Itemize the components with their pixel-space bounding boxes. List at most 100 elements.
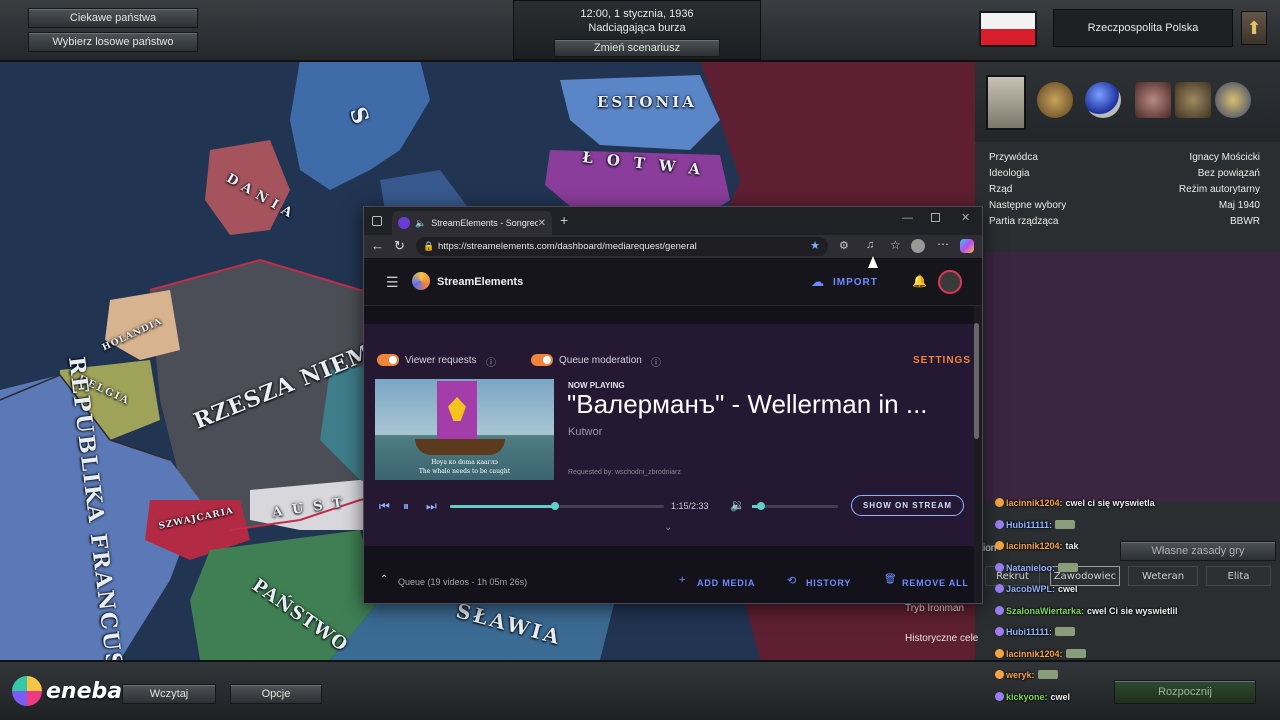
info-icon[interactable]: ⓘ	[486, 354, 496, 369]
chat-username[interactable]: lacinnik1204:	[1006, 498, 1063, 508]
hamburger-menu-icon[interactable]: ☰	[386, 274, 399, 291]
copilot-icon[interactable]	[960, 239, 974, 253]
eneba-logo: eneba	[12, 674, 122, 708]
info-value[interactable]: Bez powiązań	[1198, 166, 1260, 182]
info-value[interactable]: Maj 1940	[1219, 198, 1260, 214]
chat-username[interactable]: Hubi11111:	[1006, 520, 1052, 530]
chat-username[interactable]: Hubi11111:	[1006, 627, 1052, 637]
chat-text: tak	[1065, 541, 1079, 551]
extension-icon[interactable]: ⚙	[839, 239, 849, 252]
queue-moderation-toggle[interactable]	[531, 354, 553, 366]
chat-username[interactable]: weryk:	[1006, 670, 1035, 680]
info-label: Następne wybory	[989, 200, 1067, 211]
history-button[interactable]: HISTORY	[806, 578, 851, 588]
video-thumbnail[interactable]: Hoya ко doma кааглэ The whale needs to b…	[375, 379, 554, 480]
info-icon[interactable]: ⓘ	[651, 354, 661, 369]
profile-icon[interactable]	[911, 239, 925, 253]
progress-handle[interactable]	[550, 502, 559, 510]
user-avatar[interactable]	[938, 270, 962, 294]
ideology-globe-icon[interactable]	[1085, 82, 1121, 118]
history-icon[interactable]: ⟲	[787, 574, 796, 587]
url-field[interactable]: 🔒 https://streamelements.com/dashboard/m…	[416, 237, 828, 256]
music-icon[interactable]: ♫	[866, 239, 874, 251]
add-media-icon[interactable]: +	[679, 574, 685, 586]
chat-badge-icon	[995, 541, 1004, 550]
favorites-icon[interactable]: ☆	[890, 238, 901, 252]
show-on-stream-button[interactable]: SHOW ON STREAM	[851, 495, 964, 516]
chat-badge-icon	[995, 562, 1004, 572]
volume-icon[interactable]: 🔉	[730, 498, 745, 512]
streamelements-brand: StreamElements	[437, 276, 524, 288]
page-scrollbar[interactable]	[974, 323, 979, 439]
favorite-star-icon[interactable]: ★	[810, 237, 820, 256]
new-tab-icon[interactable]: +	[560, 212, 568, 228]
remove-all-button[interactable]: REMOVE ALL	[902, 578, 969, 588]
random-country-button[interactable]: Wybierz losowe państwo	[28, 32, 198, 52]
options-button[interactable]: Opcje	[230, 684, 322, 704]
back-icon[interactable]: ←	[371, 238, 384, 253]
maximize-icon[interactable]	[931, 213, 940, 222]
streamelements-logo-icon	[412, 272, 430, 290]
close-window-icon[interactable]: ✕	[961, 211, 970, 224]
previous-track-icon[interactable]: ⏮	[379, 499, 390, 514]
refresh-icon[interactable]: ↻	[394, 238, 405, 254]
browser-tab[interactable]: 🔈 StreamElements - Songreque ✕	[392, 211, 552, 235]
viewer-requests-toggle[interactable]	[377, 354, 399, 366]
add-media-button[interactable]: ADD MEDIA	[697, 578, 755, 588]
national-spirit-icon[interactable]	[1175, 82, 1211, 118]
queue-collapse-icon[interactable]: ⌃	[380, 574, 388, 585]
leader-portrait[interactable]	[986, 75, 1026, 130]
chat-emote-icon	[1055, 519, 1076, 529]
chat-message: lacinnik1204:	[995, 648, 1086, 659]
media-request-content: Viewer requests ⓘ Queue moderation ⓘ SET…	[364, 306, 974, 603]
info-value[interactable]: BBWR	[1230, 214, 1260, 230]
volume-bar[interactable]	[752, 502, 838, 510]
progress-bar[interactable]	[450, 502, 664, 510]
chat-emote-icon	[1055, 627, 1076, 636]
country-flag[interactable]	[979, 11, 1037, 47]
chat-message: lacinnik1204: tak	[995, 541, 1079, 551]
change-scenario-button[interactable]: Zmień scenariusz	[554, 39, 720, 57]
url-text: https://streamelements.com/dashboard/med…	[438, 241, 697, 252]
chat-username[interactable]: kickyone:	[1006, 692, 1048, 702]
info-value[interactable]: Ignacy Mościcki	[1189, 150, 1260, 166]
bell-icon[interactable]: 🔔	[912, 274, 927, 288]
speaker-icon: 🔈	[415, 217, 427, 228]
volume-handle[interactable]	[756, 502, 765, 510]
cloud-upload-icon[interactable]: ☁	[811, 274, 824, 290]
chat-username[interactable]: JacobWPL:	[1006, 584, 1055, 594]
pause-icon[interactable]: ⏸	[403, 499, 409, 514]
trash-icon[interactable]: 🗑	[884, 574, 897, 585]
next-track-icon[interactable]: ⏭	[426, 499, 437, 514]
minimize-icon[interactable]: —	[902, 212, 913, 224]
up-arrow-icon[interactable]: ⬆	[1241, 11, 1267, 45]
chat-username[interactable]: Natanieloo:	[1006, 563, 1055, 573]
tab-actions-icon[interactable]	[372, 216, 382, 226]
chat-message: Natanieloo:	[995, 562, 1079, 573]
more-icon[interactable]: ⋯	[937, 237, 949, 251]
national-spirit-icon[interactable]	[1135, 82, 1171, 118]
info-label: Partia rządząca	[989, 216, 1059, 227]
load-button[interactable]: Wczytaj	[122, 684, 216, 704]
thumbnail-caption-1: Hoya ко doma кааглэ	[431, 459, 498, 466]
ironman-mode-label[interactable]: Tryb Ironman	[905, 603, 964, 614]
chat-badge-icon	[995, 648, 1004, 658]
map-overview[interactable]	[985, 252, 1280, 502]
chat-emote-icon	[1065, 648, 1086, 658]
interesting-countries-button[interactable]: Ciekawe państwa	[28, 8, 198, 28]
info-row: Następne wybory Maj 1940	[975, 198, 1280, 214]
national-spirit-icon[interactable]	[1037, 82, 1073, 118]
close-tab-icon[interactable]: ✕	[538, 218, 546, 229]
settings-link[interactable]: SETTINGS	[913, 355, 971, 366]
chat-username[interactable]: SzalonaWiertarka:	[1006, 606, 1084, 616]
info-label: Rząd	[989, 184, 1013, 195]
chat-username[interactable]: lacinnik1204:	[1006, 541, 1063, 551]
thumbnail-caption-2: The whale needs to be caught	[418, 468, 511, 475]
chat-text: cwel Ci sie wyswietlil	[1086, 605, 1178, 616]
historical-goals-label[interactable]: Historyczne cele	[905, 633, 978, 644]
national-spirit-icon[interactable]	[1215, 82, 1251, 118]
expand-chevron-icon[interactable]: ⌄	[664, 522, 672, 533]
info-value[interactable]: Reżim autorytarny	[1179, 182, 1260, 198]
import-button[interactable]: IMPORT	[833, 277, 878, 288]
chat-username[interactable]: lacinnik1204:	[1006, 649, 1063, 659]
